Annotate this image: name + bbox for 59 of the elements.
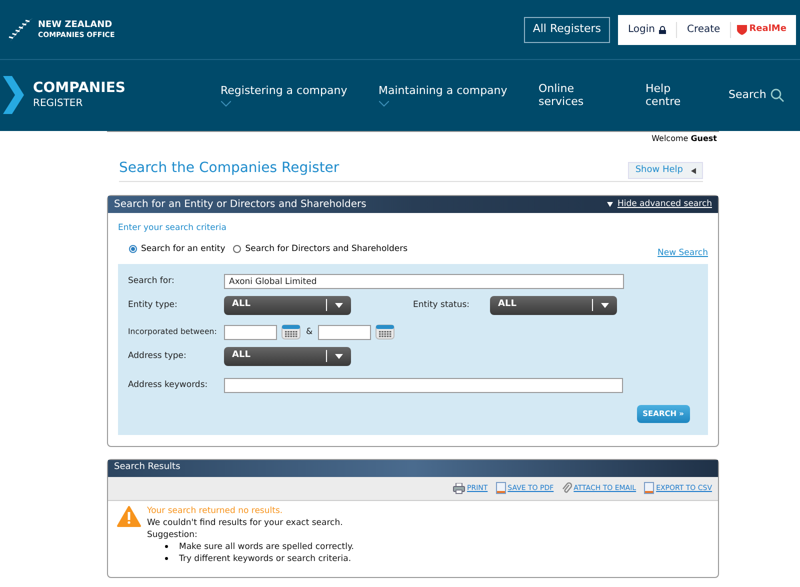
- search-icon[interactable]: [770, 88, 784, 102]
- shield-icon: [737, 24, 748, 35]
- hide-advanced-link[interactable]: Hide advanced search: [617, 198, 712, 211]
- lock-icon: [658, 26, 666, 34]
- caret-icon: [335, 354, 343, 358]
- panel-title: Search Results: [114, 461, 180, 474]
- printer-icon: [452, 482, 465, 494]
- field-label: Search for:: [128, 275, 176, 288]
- search-for-field[interactable]: Axoni Global Limited: [224, 274, 624, 289]
- caret-down-icon: [607, 202, 614, 207]
- caret-left-icon: [691, 168, 696, 174]
- search-mode-radio[interactable]: Search for an entity: [129, 242, 226, 256]
- message-text: We couldn't find results for your exact search.: [147, 516, 344, 528]
- caret-icon: [601, 302, 609, 308]
- caret-icon: [335, 302, 343, 308]
- brand-subtitle: REGISTER: [33, 98, 84, 110]
- welcome-text: Welcome Guest: [652, 133, 717, 145]
- field-label: Address type:: [128, 350, 188, 362]
- warning-text: Your search returned no results.: [147, 504, 284, 516]
- panel-title: Search for an Entity or Directors and Shareholders: [114, 198, 366, 212]
- address-keywords-field[interactable]: [224, 378, 623, 393]
- entity-status-select[interactable]: ALL: [490, 296, 617, 314]
- chevron-down-icon: [378, 100, 388, 106]
- nav-link[interactable]: Maintaining a company: [378, 84, 538, 96]
- page-title: Search the Companies Register: [119, 159, 340, 178]
- search-mode-radio[interactable]: Search for Directors and Shareholders: [233, 242, 408, 256]
- bullet-icon: [165, 557, 168, 560]
- suggestion-label: Suggestion:: [147, 528, 198, 540]
- all-registers-button[interactable]: All Registers: [524, 16, 610, 42]
- criteria-heading: Enter your search criteria: [118, 222, 228, 235]
- chevron-logo-icon: [3, 76, 25, 114]
- date-from-field[interactable]: [224, 324, 277, 340]
- field-label: Address keywords:: [128, 379, 209, 392]
- nav-link[interactable]: Registering a company: [220, 84, 378, 96]
- nav-link[interactable]: Help centre: [646, 82, 706, 108]
- calendar-icon[interactable]: [281, 324, 301, 340]
- new-search-link[interactable]: New Search: [658, 246, 708, 260]
- paperclip-icon: [562, 482, 572, 494]
- field-label: Entity type:: [128, 298, 178, 312]
- chevron-down-icon: [220, 100, 230, 106]
- bullet-icon: [165, 545, 168, 548]
- date-to-field[interactable]: [318, 324, 371, 340]
- suggestion-text: Make sure all words are spelled correctly.: [179, 540, 354, 552]
- nav-link[interactable]: Online services: [538, 82, 598, 108]
- calendar-icon[interactable]: [374, 324, 395, 340]
- document-icon: [496, 482, 506, 494]
- warning-icon: [117, 506, 141, 526]
- login-link[interactable]: Login: [618, 22, 676, 37]
- brand-title: COMPANIES: [33, 80, 126, 98]
- ampersand-text: &: [306, 326, 313, 338]
- realme-link[interactable]: RealMe: [731, 22, 792, 36]
- entity-type-select[interactable]: ALL: [224, 296, 351, 314]
- logo-text: NEW ZEALAND: [38, 20, 114, 30]
- address-type-select[interactable]: ALL: [224, 346, 351, 366]
- search-link[interactable]: Search: [728, 86, 766, 104]
- suggestion-text: Try different keywords or search criteria.: [179, 552, 352, 564]
- document-icon: [644, 482, 654, 494]
- create-link[interactable]: Create: [676, 22, 730, 37]
- field-label: Entity status:: [413, 298, 470, 312]
